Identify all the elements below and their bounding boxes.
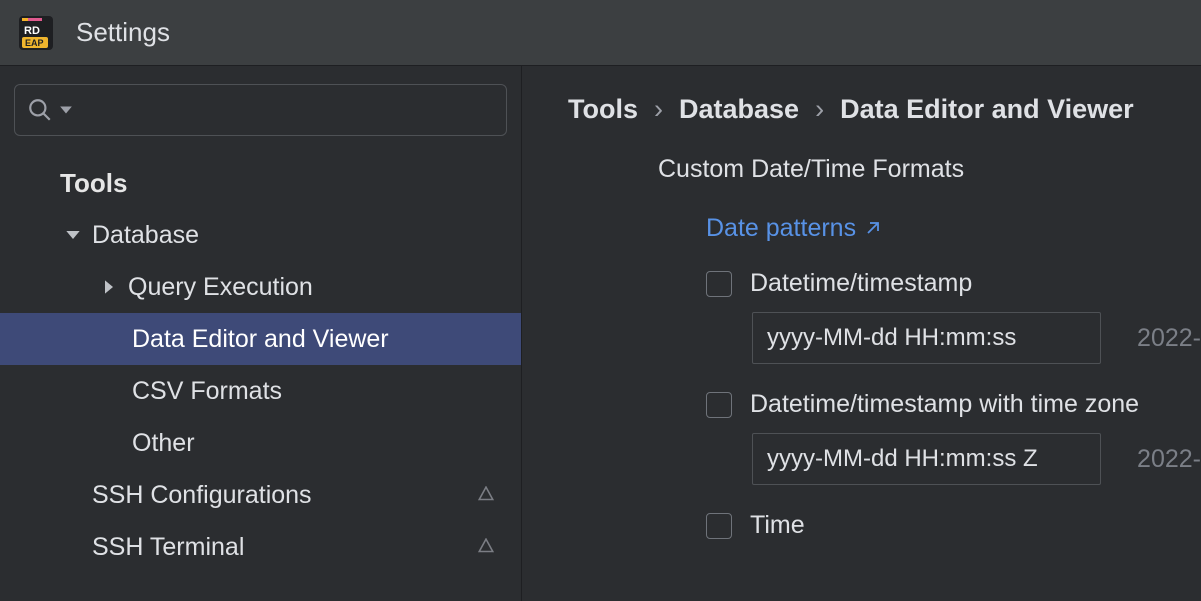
tree-item-label: SSH Terminal: [92, 533, 244, 562]
svg-text:EAP: EAP: [25, 38, 44, 48]
tree-item-ssh-terminal[interactable]: SSH Terminal: [0, 521, 521, 573]
chevron-right-icon: [96, 279, 122, 295]
datetime-tz-format-input[interactable]: [752, 433, 1101, 485]
titlebar: RD EAP Settings: [0, 0, 1201, 66]
field-label: Datetime/timestamp: [750, 269, 972, 298]
project-badge-icon: [477, 538, 495, 556]
tree-item-label: Database: [92, 221, 199, 250]
tree-group-tools[interactable]: Tools: [0, 158, 521, 209]
tree-item-label: CSV Formats: [132, 377, 282, 406]
chevron-right-icon: ›: [815, 94, 824, 125]
project-badge-icon: [477, 486, 495, 504]
search-icon: [27, 97, 53, 123]
tree-item-ssh-configurations[interactable]: SSH Configurations: [0, 469, 521, 521]
section-heading: Custom Date/Time Formats: [658, 155, 1201, 184]
settings-search-input[interactable]: [14, 84, 507, 136]
tree-item-label: Query Execution: [128, 273, 313, 302]
chevron-down-icon: [60, 227, 86, 243]
datetime-checkbox[interactable]: [706, 271, 732, 297]
tree-item-label: Data Editor and Viewer: [132, 325, 389, 354]
link-label: Date patterns: [706, 214, 856, 243]
tree-item-database[interactable]: Database: [0, 209, 521, 261]
tree-item-query-execution[interactable]: Query Execution: [0, 261, 521, 313]
datetime-tz-checkbox[interactable]: [706, 392, 732, 418]
field-label: Datetime/timestamp with time zone: [750, 390, 1139, 419]
settings-main-panel: Tools › Database › Data Editor and Viewe…: [522, 66, 1201, 601]
tree-item-data-editor[interactable]: Data Editor and Viewer: [0, 313, 521, 365]
svg-text:RD: RD: [24, 25, 40, 37]
tree-item-other[interactable]: Other: [0, 417, 521, 469]
datetime-format-preview: 2022-: [1137, 324, 1201, 353]
breadcrumb-segment: Data Editor and Viewer: [840, 94, 1134, 125]
datetime-tz-format-preview: 2022-: [1137, 445, 1201, 474]
datetime-format-input[interactable]: [752, 312, 1101, 364]
breadcrumb-segment[interactable]: Tools: [568, 94, 638, 125]
tree-item-csv-formats[interactable]: CSV Formats: [0, 365, 521, 417]
external-link-icon: [864, 221, 880, 237]
field-label: Time: [750, 511, 805, 540]
chevron-down-icon: [59, 103, 73, 117]
settings-sidebar: Tools Database Query Execution Data Edit…: [0, 66, 522, 601]
app-icon: RD EAP: [18, 15, 54, 51]
time-checkbox[interactable]: [706, 513, 732, 539]
breadcrumb: Tools › Database › Data Editor and Viewe…: [568, 94, 1201, 125]
window-title: Settings: [76, 17, 170, 48]
tree-item-label: SSH Configurations: [92, 481, 312, 510]
breadcrumb-segment[interactable]: Database: [679, 94, 799, 125]
chevron-right-icon: ›: [654, 94, 663, 125]
date-patterns-link[interactable]: Date patterns: [706, 214, 1201, 243]
settings-tree: Tools Database Query Execution Data Edit…: [0, 148, 521, 573]
tree-item-label: Other: [132, 429, 195, 458]
